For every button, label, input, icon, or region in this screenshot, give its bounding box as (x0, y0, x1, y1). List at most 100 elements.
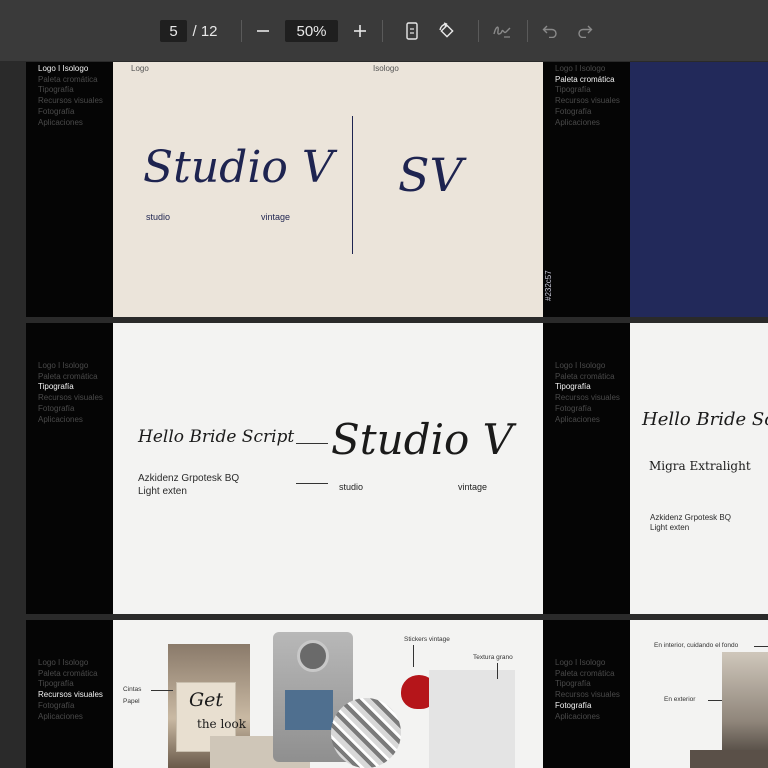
zoom-level-input[interactable]: 50% (285, 20, 338, 42)
logo-divider (352, 116, 353, 254)
script-font-sample: Hello Bride Script (642, 409, 768, 430)
annotation-line (151, 690, 173, 691)
minus-icon (257, 30, 269, 32)
rotate-icon (439, 22, 454, 38)
nav-item: Fotografía (38, 700, 75, 710)
nav-item: Logo I Isologo (555, 64, 606, 73)
typography-sub-studio: studio (339, 482, 364, 492)
slide-content: Hello Bride Script Azkidenz Grpotesk BQ … (113, 323, 543, 614)
paper-annotation: Papel (123, 698, 140, 705)
nav-item: Logo I Isologo (38, 361, 89, 370)
nav-item: Recursos visuales (555, 96, 620, 106)
sans-font-line2: Light exten (650, 523, 690, 532)
slide-content: En interior, cuidando el fondo En exteri… (630, 620, 768, 768)
isologo-label: Isologo (373, 64, 399, 73)
page-viewer[interactable]: Logo I Isologo Paleta cromática Tipograf… (0, 62, 768, 768)
nav-item: Recursos visuales (38, 393, 103, 403)
nav-item: Recursos visuales (555, 393, 620, 403)
nav-item: Paleta cromática (555, 74, 615, 84)
nav-item: Tipografía (38, 382, 74, 392)
connector-line (296, 443, 328, 444)
nav-item: Aplicaciones (38, 414, 83, 424)
undo-icon (542, 25, 557, 38)
nav-item: Recursos visuales (38, 96, 103, 106)
nav-item: Fotografía (555, 403, 592, 413)
slide-typography-b: Logo I Isologo Paleta cromática Tipograf… (543, 323, 768, 614)
plus-icon (354, 25, 366, 37)
color-swatch (630, 62, 768, 317)
toolbar-separator (478, 20, 479, 42)
current-page-input[interactable]: 5 (160, 20, 187, 42)
slide-resources: Logo I Isologo Paleta cromática Tipograf… (26, 620, 543, 768)
nav-item: Fotografía (555, 700, 592, 710)
nav-item: Tipografía (555, 679, 591, 689)
annotation-line (708, 700, 722, 701)
nav-item: Fotografía (555, 106, 592, 116)
camera-lens (297, 640, 329, 672)
rotate-button[interactable] (435, 19, 459, 43)
nav-item: Fotografía (38, 106, 75, 116)
nav-item: Aplicaciones (555, 117, 600, 127)
logo-sub-vintage: vintage (261, 212, 291, 222)
interior-annotation: En interior, cuidando el fondo (654, 642, 739, 649)
typography-wordmark: Studio V (331, 415, 513, 464)
nav-item: Tipografía (38, 85, 74, 95)
card-text-get: Get (189, 689, 224, 711)
connector-line (296, 483, 328, 484)
nav-item: Tipografía (38, 679, 74, 689)
slide-sidebar: Logo I Isologo Paleta cromática Tipograf… (26, 323, 113, 614)
annotation-line (413, 645, 414, 667)
disco-ball-sticker (331, 698, 401, 768)
toolbar-separator (241, 20, 242, 42)
nav-item: Logo I Isologo (555, 361, 606, 370)
nav-item: Recursos visuales (555, 690, 620, 700)
nav-item: Aplicaciones (555, 711, 600, 721)
logo-wordmark: Studio V (143, 142, 334, 193)
nav-item: Recursos visuales (38, 690, 103, 700)
tapes-annotation: Cintas (123, 686, 142, 693)
logo-sub-studio: studio (146, 212, 171, 222)
redo-icon (578, 25, 593, 38)
slide-sidebar: Logo I Isologo Paleta cromática Tipograf… (543, 62, 630, 317)
serif-font-sample: Migra Extralight (649, 459, 751, 473)
nav-item: Aplicaciones (555, 414, 600, 424)
slide-typography: Logo I Isologo Paleta cromática Tipograf… (26, 323, 543, 614)
card-text-look: the look (197, 717, 247, 731)
sans-font-line2: Light exten (138, 486, 187, 497)
nav-item: Tipografía (555, 85, 591, 95)
slide-palette: Logo I Isologo Paleta cromática Tipograf… (543, 62, 768, 317)
toolbar-separator (527, 20, 528, 42)
signature-icon (493, 26, 511, 38)
draw-button[interactable] (490, 19, 514, 43)
slide-sidebar: Logo I Isologo Paleta cromática Tipograf… (543, 323, 630, 614)
typography-sub-vintage: vintage (458, 482, 488, 492)
camera-screen (285, 690, 333, 730)
isologo-monogram: SV (398, 148, 463, 202)
slide-content: Get the look Stickers vintage Textura gr… (113, 620, 543, 768)
fit-page-icon (406, 22, 418, 40)
undo-button[interactable] (538, 19, 562, 43)
grain-texture (429, 670, 515, 768)
sans-font-line1: Azkidenz Grpotesk BQ (650, 513, 731, 522)
slide-content: Hello Bride Script Migra Extralight Azki… (630, 323, 768, 614)
slide-sidebar: Logo I Isologo Paleta cromática Tipograf… (26, 620, 113, 768)
redo-button[interactable] (573, 19, 597, 43)
slide-logo: Logo I Isologo Paleta cromática Tipograf… (26, 62, 543, 317)
nav-item: Aplicaciones (38, 117, 83, 127)
slide-sidebar: Logo I Isologo Paleta cromática Tipograf… (26, 62, 113, 317)
nav-item: Paleta cromática (38, 74, 98, 84)
fit-page-button[interactable] (400, 19, 424, 43)
nav-item: Aplicaciones (38, 711, 83, 721)
nav-item: Paleta cromática (38, 371, 98, 381)
total-pages: / 12 (192, 22, 218, 40)
nav-item: Logo I Isologo (38, 64, 89, 73)
annotation-line (754, 646, 768, 647)
nav-item: Tipografía (555, 382, 591, 392)
script-font-sample: Hello Bride Script (138, 427, 295, 447)
toolbar-separator (382, 20, 383, 42)
slide-photography: Logo I Isologo Paleta cromática Tipograf… (543, 620, 768, 768)
nav-item: Paleta cromática (555, 371, 615, 381)
color-hex-label: #232c57 (544, 270, 553, 301)
zoom-out-button[interactable] (251, 19, 275, 43)
zoom-in-button[interactable] (348, 19, 372, 43)
